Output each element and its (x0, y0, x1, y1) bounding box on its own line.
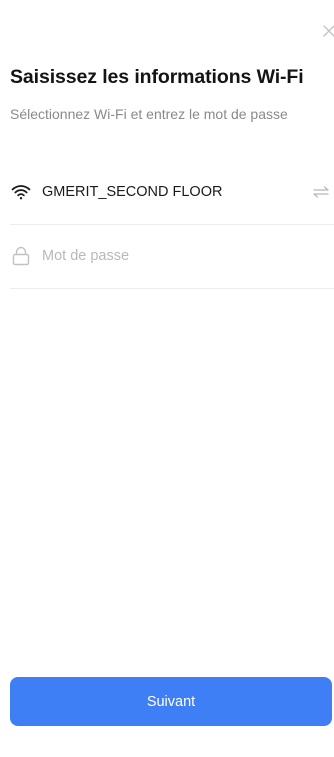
switch-network-icon[interactable] (312, 185, 330, 199)
page-title: Saisissez les informations Wi-Fi (10, 66, 304, 88)
wifi-network-row[interactable]: GMERIT_SECOND FLOOR (10, 160, 334, 225)
close-icon (323, 25, 334, 37)
next-button[interactable]: Suivant (10, 677, 332, 726)
wifi-ssid: GMERIT_SECOND FLOOR (42, 184, 223, 200)
password-row (10, 224, 334, 289)
lock-icon (10, 245, 32, 267)
page-subtitle: Sélectionnez Wi-Fi et entrez le mot de p… (10, 106, 288, 122)
close-button[interactable] (322, 24, 334, 38)
wifi-icon (10, 181, 32, 203)
password-input[interactable] (42, 242, 312, 270)
